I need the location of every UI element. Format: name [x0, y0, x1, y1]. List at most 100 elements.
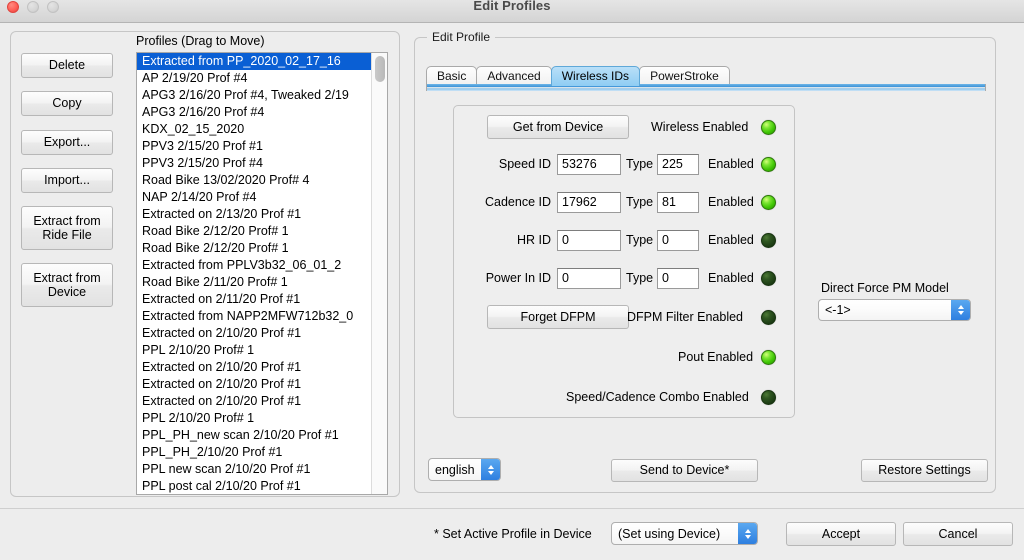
chevron-updown-icon[interactable] [951, 300, 970, 320]
tab-basic[interactable]: Basic [426, 66, 477, 86]
edit-profile-group-title: Edit Profile [427, 30, 495, 44]
accept-button-label: Accept [822, 527, 860, 541]
profile-list-item[interactable]: Extracted from NAPP2MFW712b32_0 [137, 308, 371, 325]
get-from-device-label: Get from Device [513, 120, 603, 134]
profile-list-item[interactable]: Road Bike 13/02/2020 Prof# 4 [137, 172, 371, 189]
speed-cadence-combo-label: Speed/Cadence Combo Enabled [566, 390, 749, 404]
active-profile-select[interactable]: (Set using Device) [611, 522, 758, 545]
profile-list-item[interactable]: AP 2/19/20 Prof #4 [137, 70, 371, 87]
power-in-type-input[interactable] [657, 268, 699, 289]
profiles-listbox[interactable]: Extracted from PP_2020_02_17_16AP 2/19/2… [136, 52, 388, 495]
profile-list-item[interactable]: APG3 2/16/20 Prof #4 [137, 104, 371, 121]
profile-list-item[interactable]: Extracted on 2/10/20 Prof #1 [137, 325, 371, 342]
window-titlebar: Edit Profiles [0, 0, 1024, 23]
hr-type-input[interactable] [657, 230, 699, 251]
tab-basic-label: Basic [437, 69, 466, 83]
wireless-ids-panel: Get from Device Wireless Enabled Speed I… [453, 105, 795, 418]
extract-from-ride-file-button[interactable]: Extract from Ride File [21, 206, 113, 250]
profile-list-item[interactable]: Extracted on 2/10/20 Prof #1 [137, 393, 371, 410]
tab-powerstroke[interactable]: PowerStroke [639, 66, 730, 86]
profile-list-item[interactable]: NAP 2/14/20 Prof #4 [137, 189, 371, 206]
profile-list-item[interactable]: Extracted from PPLV3b32_06_01_2 [137, 257, 371, 274]
profile-list-item[interactable]: Road Bike 2/11/20 Prof# 1 [137, 274, 371, 291]
hr-enabled-label: Enabled [708, 233, 754, 247]
forget-dfpm-button[interactable]: Forget DFPM [487, 305, 629, 329]
profile-list-item[interactable]: PPV3 2/15/20 Prof #1 [137, 138, 371, 155]
profile-list-item[interactable]: Extracted from PP_2020_02_17_16 [137, 53, 371, 70]
language-select[interactable]: english [428, 458, 501, 481]
wireless-enabled-label: Wireless Enabled [651, 120, 748, 134]
speed-enabled-led [761, 157, 776, 172]
extract-from-device-button[interactable]: Extract from Device [21, 263, 113, 307]
restore-settings-button[interactable]: Restore Settings [861, 459, 988, 482]
speed-id-row: Speed ID Type Enabled [454, 153, 796, 175]
tab-advanced[interactable]: Advanced [476, 66, 551, 86]
accept-button[interactable]: Accept [786, 522, 896, 546]
profile-list-item[interactable]: PPL 2/10/20 Prof# 1 [137, 342, 371, 359]
hr-enabled-led [761, 233, 776, 248]
profile-list-item[interactable]: Extracted on 2/13/20 Prof #1 [137, 206, 371, 223]
send-to-device-label: Send to Device* [640, 463, 730, 477]
export-button-label: Export... [44, 135, 91, 149]
send-to-device-button[interactable]: Send to Device* [611, 459, 758, 482]
hr-id-row: HR ID Type Enabled [454, 229, 796, 251]
wireless-enabled-led [761, 120, 776, 135]
active-profile-label: * Set Active Profile in Device [434, 527, 592, 541]
hr-type-label: Type [626, 233, 653, 247]
power-in-id-label: Power In ID [454, 271, 551, 285]
language-chevron-updown-icon[interactable] [481, 459, 500, 480]
speed-cadence-combo-row: Speed/Cadence Combo Enabled [454, 386, 796, 408]
dfpm-filter-led [761, 310, 776, 325]
copy-button[interactable]: Copy [21, 91, 113, 116]
profiles-list[interactable]: Extracted from PP_2020_02_17_16AP 2/19/2… [137, 53, 371, 494]
tab-wireless-ids[interactable]: Wireless IDs [551, 66, 640, 86]
tab-underline [426, 84, 986, 91]
copy-button-label: Copy [52, 96, 81, 110]
speed-type-label: Type [626, 157, 653, 171]
power-in-id-input[interactable] [557, 268, 621, 289]
speed-type-input[interactable] [657, 154, 699, 175]
pout-row: Pout Enabled [454, 346, 796, 368]
export-button[interactable]: Export... [21, 130, 113, 155]
profile-list-item[interactable]: APG3 2/16/20 Prof #4, Tweaked 2/19 [137, 87, 371, 104]
profile-list-item[interactable]: KDX_02_15_2020 [137, 121, 371, 138]
footer-divider [0, 508, 1024, 509]
get-from-device-button[interactable]: Get from Device [487, 115, 629, 139]
profile-list-item[interactable]: Extracted on 2/10/20 Prof #1 [137, 359, 371, 376]
cadence-type-input[interactable] [657, 192, 699, 213]
cadence-enabled-led [761, 195, 776, 210]
active-profile-value: (Set using Device) [612, 527, 738, 541]
import-button[interactable]: Import... [21, 168, 113, 193]
extract-from-ride-file-label: Extract from Ride File [33, 214, 100, 243]
tab-advanced-label: Advanced [487, 69, 540, 83]
language-value: english [429, 463, 481, 477]
profile-list-item[interactable]: PPL_PH_2/10/20 Prof #1 [137, 444, 371, 461]
speed-id-input[interactable] [557, 154, 621, 175]
profile-list-item[interactable]: PPV3 2/15/20 Prof #4 [137, 155, 371, 172]
delete-button-label: Delete [49, 58, 85, 72]
hr-id-label: HR ID [454, 233, 551, 247]
dfpm-model-select[interactable]: <-1> [818, 299, 971, 321]
profile-list-item[interactable]: Road Bike 2/12/20 Prof# 1 [137, 223, 371, 240]
cancel-button[interactable]: Cancel [903, 522, 1013, 546]
profile-list-item[interactable]: PPL 2/10/20 Prof# 1 [137, 410, 371, 427]
delete-button[interactable]: Delete [21, 53, 113, 78]
wireless-enabled-row: Get from Device Wireless Enabled [454, 116, 796, 138]
profiles-scrollbar[interactable] [371, 53, 387, 494]
profiles-scrollbar-thumb[interactable] [375, 56, 385, 82]
cadence-id-input[interactable] [557, 192, 621, 213]
profile-list-item[interactable]: Road Bike 2/12/20 Prof# 1 [137, 240, 371, 257]
cancel-button-label: Cancel [939, 527, 978, 541]
dfpm-filter-row: Forget DFPM DFPM Filter Enabled [454, 306, 796, 328]
edit-profile-group: Edit Profile Basic Advanced Wireless IDs… [414, 37, 996, 493]
pout-label: Pout Enabled [678, 350, 753, 364]
profile-list-item[interactable]: Extracted on 2/10/20 Prof #1 [137, 376, 371, 393]
profile-list-item[interactable]: PPL post cal 2/10/20 Prof #1 [137, 478, 371, 494]
extract-from-device-label: Extract from Device [33, 271, 100, 300]
profile-list-item[interactable]: PPL_PH_new scan 2/10/20 Prof #1 [137, 427, 371, 444]
profile-list-item[interactable]: PPL new scan 2/10/20 Prof #1 [137, 461, 371, 478]
edit-profile-tabs: Basic Advanced Wireless IDs PowerStroke [426, 64, 729, 86]
profile-list-item[interactable]: Extracted on 2/11/20 Prof #1 [137, 291, 371, 308]
active-profile-chevron-updown-icon[interactable] [738, 523, 757, 544]
hr-id-input[interactable] [557, 230, 621, 251]
